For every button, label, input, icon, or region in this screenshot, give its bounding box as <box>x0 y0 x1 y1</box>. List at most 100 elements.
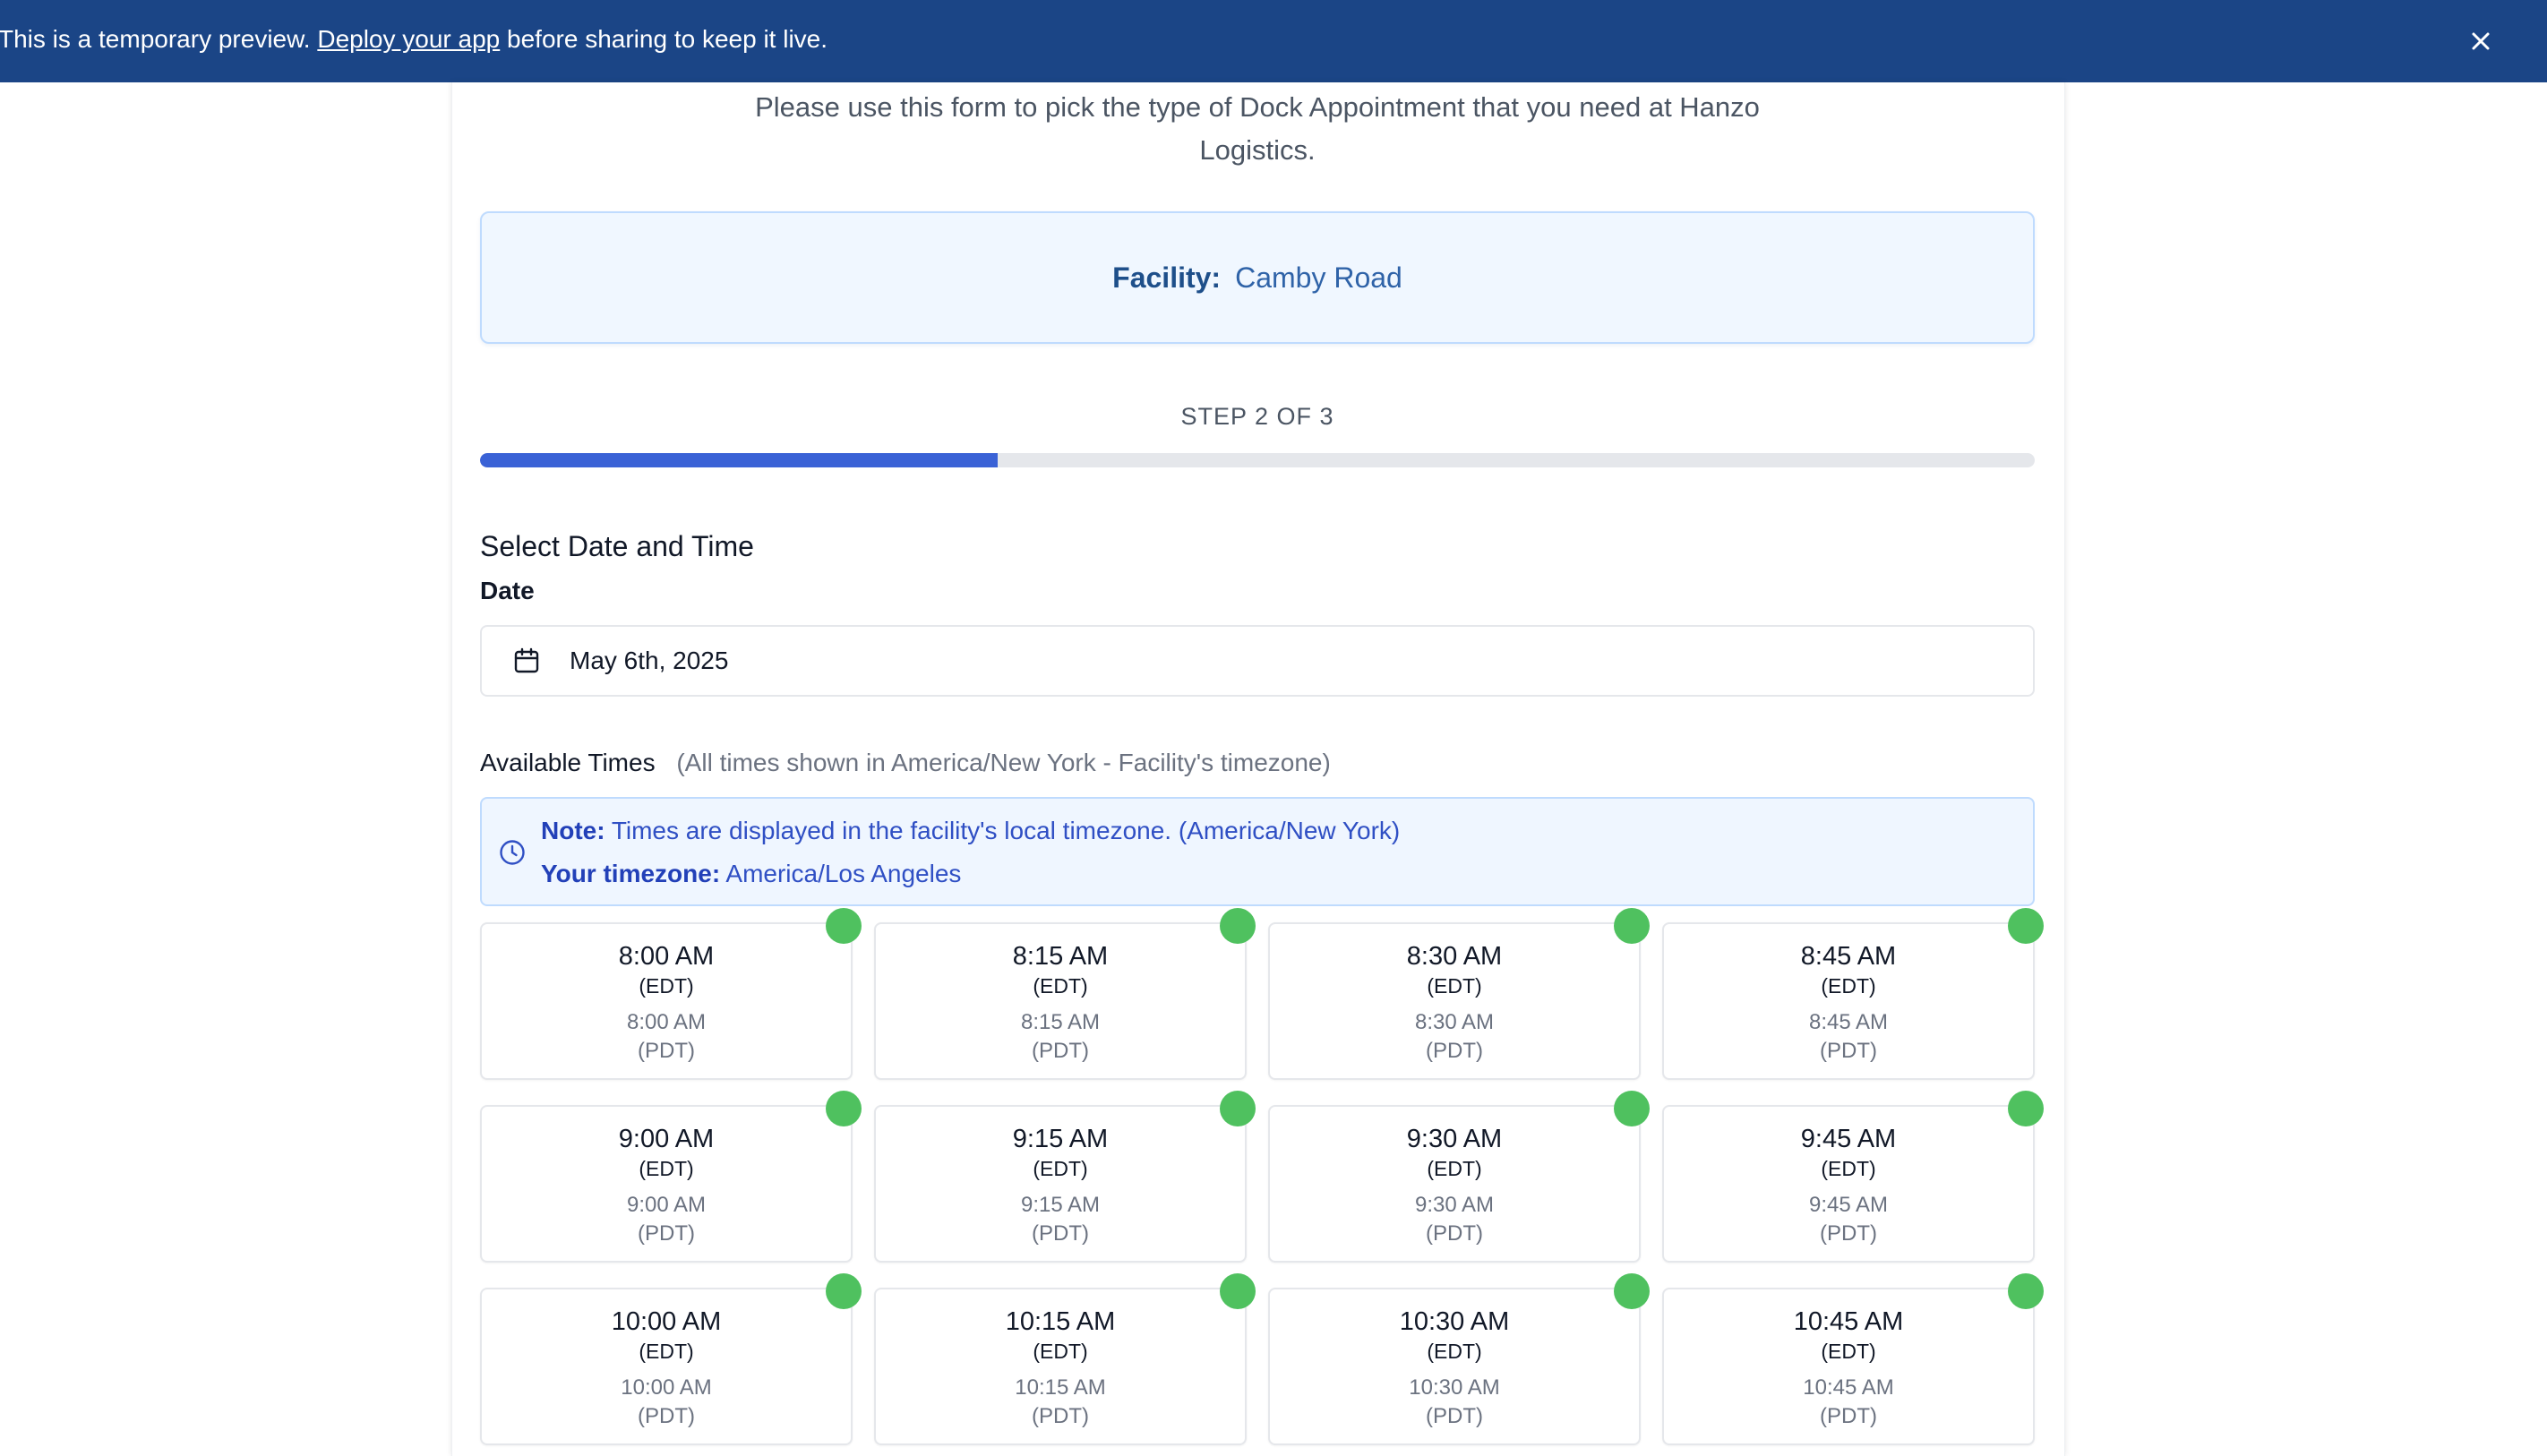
slot-local-timezone: (PDT) <box>638 1221 695 1246</box>
slot-local-time: 8:15 AM <box>1020 1010 1101 1034</box>
date-value: May 6th, 2025 <box>570 647 729 674</box>
slot-timezone: (EDT) <box>1821 1157 1876 1180</box>
slot-timezone: (EDT) <box>1033 974 1088 998</box>
time-slot[interactable]: 8:30 AM (EDT) 8:30 AM (PDT) <box>1268 908 1650 1080</box>
time-slot[interactable]: 9:00 AM (EDT) 9:00 AM (PDT) <box>480 1091 862 1263</box>
slot-timezone: (EDT) <box>639 1157 694 1180</box>
slot-local-time: 10:30 AM <box>1409 1375 1500 1400</box>
step-indicator: STEP 2 OF 3 <box>1180 403 1334 430</box>
slot-timezone: (EDT) <box>1033 1157 1088 1180</box>
slot-time: 8:45 AM <box>1800 942 1897 971</box>
slot-timezone: (EDT) <box>1821 1340 1876 1363</box>
timezone-label: Your timezone: <box>541 860 721 887</box>
section-title: Select Date and Time <box>480 530 754 562</box>
slot-local-timezone: (PDT) <box>1032 1404 1089 1428</box>
slot-timezone: (EDT) <box>639 1340 694 1363</box>
timezone-line: Your timezone: America/Los Angeles <box>541 860 961 888</box>
availability-dot-icon <box>1220 1273 1256 1309</box>
slot-local-time: 10:00 AM <box>621 1375 712 1400</box>
slot-time: 10:45 AM <box>1793 1307 1904 1336</box>
slot-time: 8:30 AM <box>1406 942 1503 971</box>
slot-time: 10:00 AM <box>611 1307 722 1336</box>
facility-value: Camby Road <box>1235 261 1402 294</box>
time-slot[interactable]: 8:15 AM (EDT) 8:15 AM (PDT) <box>874 908 1256 1080</box>
time-slot[interactable]: 8:00 AM (EDT) 8:00 AM (PDT) <box>480 908 862 1080</box>
preview-banner-message: This is a temporary preview. Deploy your… <box>0 25 828 54</box>
banner-prefix: This is a temporary preview. <box>0 25 318 53</box>
note-text: Times are displayed in the facility's lo… <box>605 817 1401 844</box>
timezone-note: Note: Times are displayed in the facilit… <box>480 797 2035 906</box>
availability-dot-icon <box>2008 1091 2044 1126</box>
facility-box: Facility: Camby Road <box>480 211 2035 344</box>
availability-dot-icon <box>826 1091 862 1126</box>
slot-local-time: 8:00 AM <box>626 1010 707 1034</box>
slot-timezone: (EDT) <box>1821 974 1876 998</box>
calendar-icon <box>514 647 539 673</box>
available-times-title: Available Times <box>480 749 656 776</box>
slot-timezone: (EDT) <box>1033 1340 1088 1363</box>
available-times-note: (All times shown in America/New York - F… <box>676 749 1331 776</box>
date-label: Date <box>480 577 535 604</box>
time-slot[interactable]: 10:00 AM (EDT) 10:00 AM (PDT) <box>480 1273 862 1445</box>
slot-local-timezone: (PDT) <box>1820 1221 1877 1246</box>
slot-time: 10:15 AM <box>1005 1307 1116 1336</box>
availability-dot-icon <box>1220 908 1256 944</box>
slot-local-time: 10:45 AM <box>1803 1375 1894 1400</box>
availability-dot-icon <box>2008 908 2044 944</box>
slot-local-time: 9:45 AM <box>1808 1193 1889 1217</box>
date-picker[interactable]: May 6th, 2025 <box>480 625 2035 697</box>
preview-banner: This is a temporary preview. Deploy your… <box>0 0 2547 82</box>
slot-timezone: (EDT) <box>1427 1157 1482 1180</box>
timezone-text: America/Los Angeles <box>720 860 962 887</box>
time-slot[interactable]: 9:15 AM (EDT) 9:15 AM (PDT) <box>874 1091 1256 1263</box>
slot-local-time: 8:45 AM <box>1808 1010 1889 1034</box>
time-slot[interactable]: 9:45 AM (EDT) 9:45 AM (PDT) <box>1662 1091 2044 1263</box>
slot-time: 9:00 AM <box>618 1125 715 1153</box>
clock-icon <box>500 840 525 865</box>
availability-dot-icon <box>826 1273 862 1309</box>
slot-local-timezone: (PDT) <box>638 1404 695 1428</box>
note-line: Note: Times are displayed in the facilit… <box>541 817 1400 845</box>
slot-local-timezone: (PDT) <box>1032 1039 1089 1063</box>
slot-local-timezone: (PDT) <box>1820 1039 1877 1063</box>
slot-local-timezone: (PDT) <box>1032 1221 1089 1246</box>
slot-local-time: 9:00 AM <box>626 1193 707 1217</box>
availability-dot-icon <box>1220 1091 1256 1126</box>
slot-time: 10:30 AM <box>1399 1307 1510 1336</box>
time-slot[interactable]: 10:45 AM (EDT) 10:45 AM (PDT) <box>1662 1273 2044 1445</box>
slot-local-time: 9:15 AM <box>1020 1193 1101 1217</box>
time-slot[interactable]: 10:30 AM (EDT) 10:30 AM (PDT) <box>1268 1273 1650 1445</box>
slot-local-time: 10:15 AM <box>1015 1375 1106 1400</box>
close-icon[interactable] <box>2463 23 2499 59</box>
facility-label: Facility: <box>1112 261 1222 294</box>
intro-text: Please use this form to pick the type of… <box>480 82 2035 172</box>
slot-time: 8:15 AM <box>1012 942 1109 971</box>
banner-suffix: before sharing to keep it live. <box>500 25 828 53</box>
slot-local-timezone: (PDT) <box>638 1039 695 1063</box>
slot-timezone: (EDT) <box>1427 974 1482 998</box>
slot-time: 9:15 AM <box>1012 1125 1109 1153</box>
slot-time: 9:45 AM <box>1800 1125 1897 1153</box>
availability-dot-icon <box>2008 1273 2044 1309</box>
slot-timezone: (EDT) <box>1427 1340 1482 1363</box>
time-slot-grid: 8:00 AM (EDT) 8:00 AM (PDT) 8:15 AM (EDT) 8:1… <box>480 908 2044 1445</box>
slot-local-timezone: (PDT) <box>1426 1221 1483 1246</box>
progress-bar <box>480 453 2035 467</box>
availability-dot-icon <box>1614 1091 1650 1126</box>
slot-local-time: 8:30 AM <box>1414 1010 1495 1034</box>
slot-local-timezone: (PDT) <box>1426 1404 1483 1428</box>
slot-local-time: 9:30 AM <box>1414 1193 1495 1217</box>
availability-dot-icon <box>826 908 862 944</box>
time-slot[interactable]: 8:45 AM (EDT) 8:45 AM (PDT) <box>1662 908 2044 1080</box>
slot-local-timezone: (PDT) <box>1426 1039 1483 1063</box>
progress-fill <box>480 453 999 467</box>
note-label: Note: <box>541 817 605 844</box>
slot-timezone: (EDT) <box>639 974 694 998</box>
time-slot[interactable]: 10:15 AM (EDT) 10:15 AM (PDT) <box>874 1273 1256 1445</box>
time-slot[interactable]: 9:30 AM (EDT) 9:30 AM (PDT) <box>1268 1091 1650 1263</box>
availability-dot-icon <box>1614 1273 1650 1309</box>
slot-local-timezone: (PDT) <box>1820 1404 1877 1428</box>
available-times-header: Available Times (All times shown in Amer… <box>480 749 1331 777</box>
deploy-app-link[interactable]: Deploy your app <box>317 25 500 53</box>
availability-dot-icon <box>1614 908 1650 944</box>
